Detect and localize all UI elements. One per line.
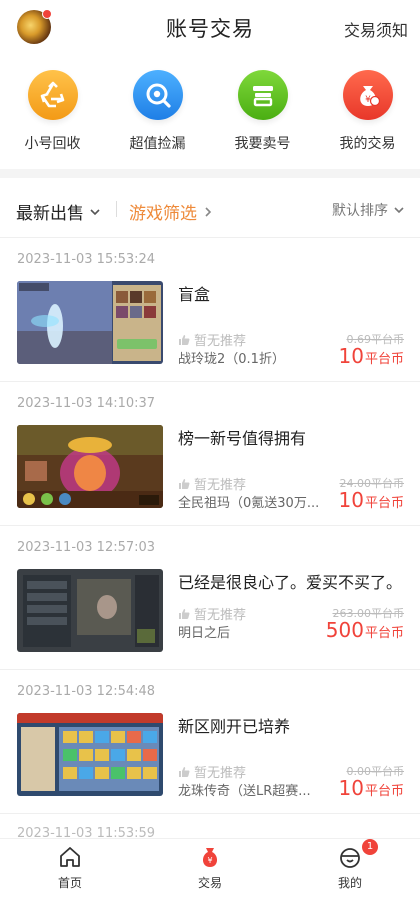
listing-thumbnail [17,713,163,796]
chevron-right-icon [205,206,212,217]
nav-trade[interactable]: ¥ 交易 [140,839,280,900]
listing-title: 已经是很良心了。爱买不买了。 [178,573,403,592]
listing-price: 10 平台币 [339,776,404,800]
price-unit: 平台币 [364,352,404,367]
listing-item[interactable]: 2023-11-03 12:57:03 已经是很良心了。爱买不买了。 暂无推荐 … [0,526,420,670]
listing-game-name: 明日之后 [178,626,231,641]
quick-label: 超值捡漏 [129,136,186,152]
chevron-down-icon [90,208,100,215]
quick-item-bargain[interactable]: 超值捡漏 [105,70,210,160]
section-divider [0,169,420,178]
listing-date: 2023-11-03 15:53:24 [17,252,156,267]
price-value: 500 [325,618,364,642]
nav-label: 首页 [57,876,82,890]
listing-date: 2023-11-03 12:54:48 [17,684,156,699]
price-unit: 平台币 [364,496,404,511]
price-value: 10 [338,776,364,800]
nav-label: 我的 [337,876,362,890]
money-bag-icon: ¥ [342,70,393,120]
trade-bag-icon: ¥ [202,848,218,867]
home-icon [60,847,80,867]
listing-game-name: 战玲珑2（0.1折） [178,352,285,367]
listing-title: 榜一新号值得拥有 [178,429,307,448]
game-filter-label: 游戏筛选 [129,204,197,224]
avatar[interactable] [17,9,52,44]
quick-item-my-trades[interactable]: ¥ 我的交易 [315,70,420,160]
sell-icon [237,70,288,120]
page-title: 账号交易 [166,17,254,41]
listing-title: 盲盒 [178,285,211,304]
quick-label: 我要卖号 [234,136,291,152]
quick-menu: 小号回收 超值捡漏 我要卖号 ¥ 我的交易 [0,70,420,160]
notification-dot [42,9,52,19]
listing-thumbnail [17,569,163,652]
nav-label: 交易 [197,876,222,890]
quick-label: 小号回收 [24,136,81,152]
thumbs-up-icon [179,766,190,777]
thumbs-up-icon [179,334,190,345]
bottom-nav: 首页 ¥ 交易 我的 1 [0,838,420,900]
filter-bar: 最新出售 游戏筛选 默认排序 [0,178,420,238]
quick-label: 我的交易 [339,136,396,152]
magnifier-icon [132,70,183,120]
price-value: 10 [338,488,364,512]
nav-profile[interactable]: 我的 1 [280,839,420,900]
listing-title: 新区刚开已培养 [178,717,291,736]
listing-price: 500 平台币 [326,618,404,642]
chevron-down-icon [394,207,404,214]
sort-dropdown[interactable]: 默认排序 [332,200,406,220]
listing-list: 2023-11-03 15:53:24 盲盒 暂无推荐 战玲珑2（0.1折） 0… [0,238,420,814]
listing-item[interactable]: 2023-11-03 14:10:37 榜一新号值得拥有 暂无推荐 全民祖玛（0… [0,382,420,526]
quick-item-recycle[interactable]: 小号回收 [0,70,105,160]
latest-sale-label: 最新出售 [16,204,84,224]
listing-price: 10 平台币 [339,488,404,512]
recommend-status: 暂无推荐 [178,330,246,349]
listing-item[interactable]: 2023-11-03 12:54:48 新区刚开已培养 暂无推荐 龙珠传奇（送L… [0,670,420,814]
listing-thumbnail [17,425,163,508]
nav-home[interactable]: 首页 [0,839,140,900]
price-unit: 平台币 [364,784,404,799]
recommend-text: 暂无推荐 [194,608,247,623]
listing-date: 2023-11-03 14:10:37 [17,396,156,411]
quick-item-sell[interactable]: 我要卖号 [210,70,315,160]
listing-game-name: 龙珠传奇（送LR超赛... [178,784,311,799]
svg-text:¥: ¥ [207,856,212,865]
game-filter-button[interactable]: 游戏筛选 [129,199,215,224]
recommend-text: 暂无推荐 [194,766,247,781]
recommend-status: 暂无推荐 [178,604,246,623]
profile-icon [340,848,360,868]
filter-separator [116,201,117,217]
recycle-icon [27,70,78,120]
listing-game-name: 全民祖玛（0氪送30万... [178,496,320,511]
recommend-status: 暂无推荐 [178,762,246,781]
recommend-text: 暂无推荐 [194,334,247,349]
latest-sale-dropdown[interactable]: 最新出售 [16,199,102,224]
price-value: 10 [338,344,364,368]
listing-thumbnail [17,281,163,364]
recommend-text: 暂无推荐 [194,478,247,493]
top-header: 账号交易 交易须知 [0,0,420,56]
listing-date: 2023-11-03 12:57:03 [17,540,156,555]
listing-item[interactable]: 2023-11-03 15:53:24 盲盒 暂无推荐 战玲珑2（0.1折） 0… [0,238,420,382]
price-unit: 平台币 [364,626,404,641]
recommend-status: 暂无推荐 [178,474,246,493]
profile-badge: 1 [362,839,378,855]
thumbs-up-icon [179,478,190,489]
sort-label: 默认排序 [332,203,388,219]
listing-price: 10 平台币 [339,344,404,368]
thumbs-up-icon [179,608,190,619]
trade-notice-link[interactable]: 交易须知 [344,17,408,41]
